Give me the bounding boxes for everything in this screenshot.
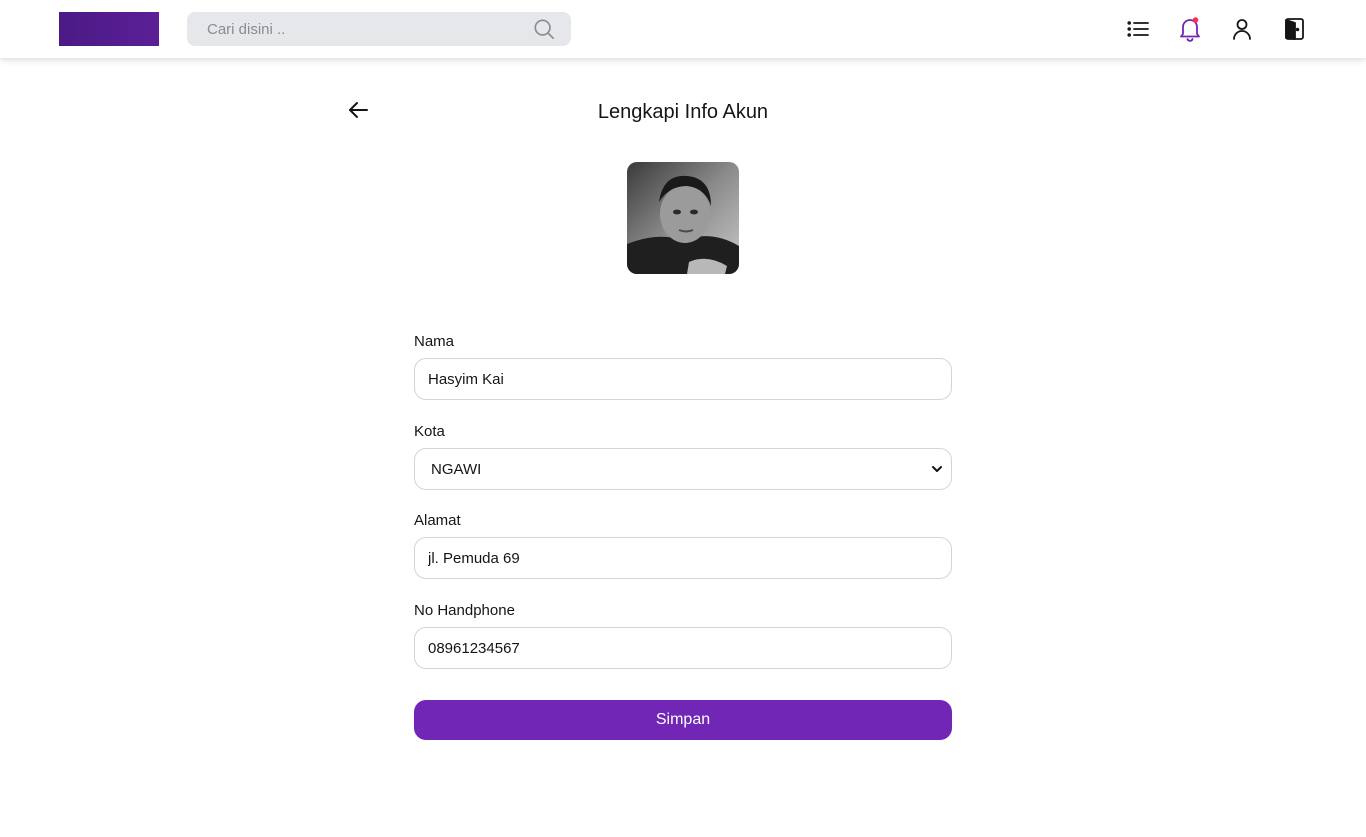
- phone-field[interactable]: [414, 627, 952, 669]
- logout-icon[interactable]: [1282, 16, 1308, 42]
- profile-photo[interactable]: [627, 162, 739, 274]
- navbar: [0, 0, 1366, 58]
- city-select[interactable]: NGAWI: [414, 448, 952, 490]
- chevron-down-icon: [932, 466, 942, 472]
- back-arrow-icon[interactable]: [346, 98, 372, 122]
- city-label: Kota: [414, 423, 445, 440]
- bell-icon[interactable]: [1177, 16, 1203, 42]
- page-title: Lengkapi Info Akun: [597, 101, 769, 123]
- user-icon[interactable]: [1229, 16, 1255, 42]
- city-selected-value: NGAWI: [431, 460, 482, 478]
- brand-logo[interactable]: [59, 12, 159, 46]
- address-field[interactable]: [414, 537, 952, 579]
- name-field[interactable]: [414, 358, 952, 400]
- address-label: Alamat: [414, 512, 461, 529]
- phone-label: No Handphone: [414, 602, 515, 619]
- save-button[interactable]: Simpan: [414, 700, 952, 740]
- list-icon[interactable]: [1125, 16, 1151, 42]
- notification-dot: [1192, 17, 1199, 23]
- search-bar: [187, 12, 571, 46]
- search-icon[interactable]: [533, 18, 555, 40]
- search-input[interactable]: [187, 12, 571, 46]
- name-label: Nama: [414, 333, 455, 350]
